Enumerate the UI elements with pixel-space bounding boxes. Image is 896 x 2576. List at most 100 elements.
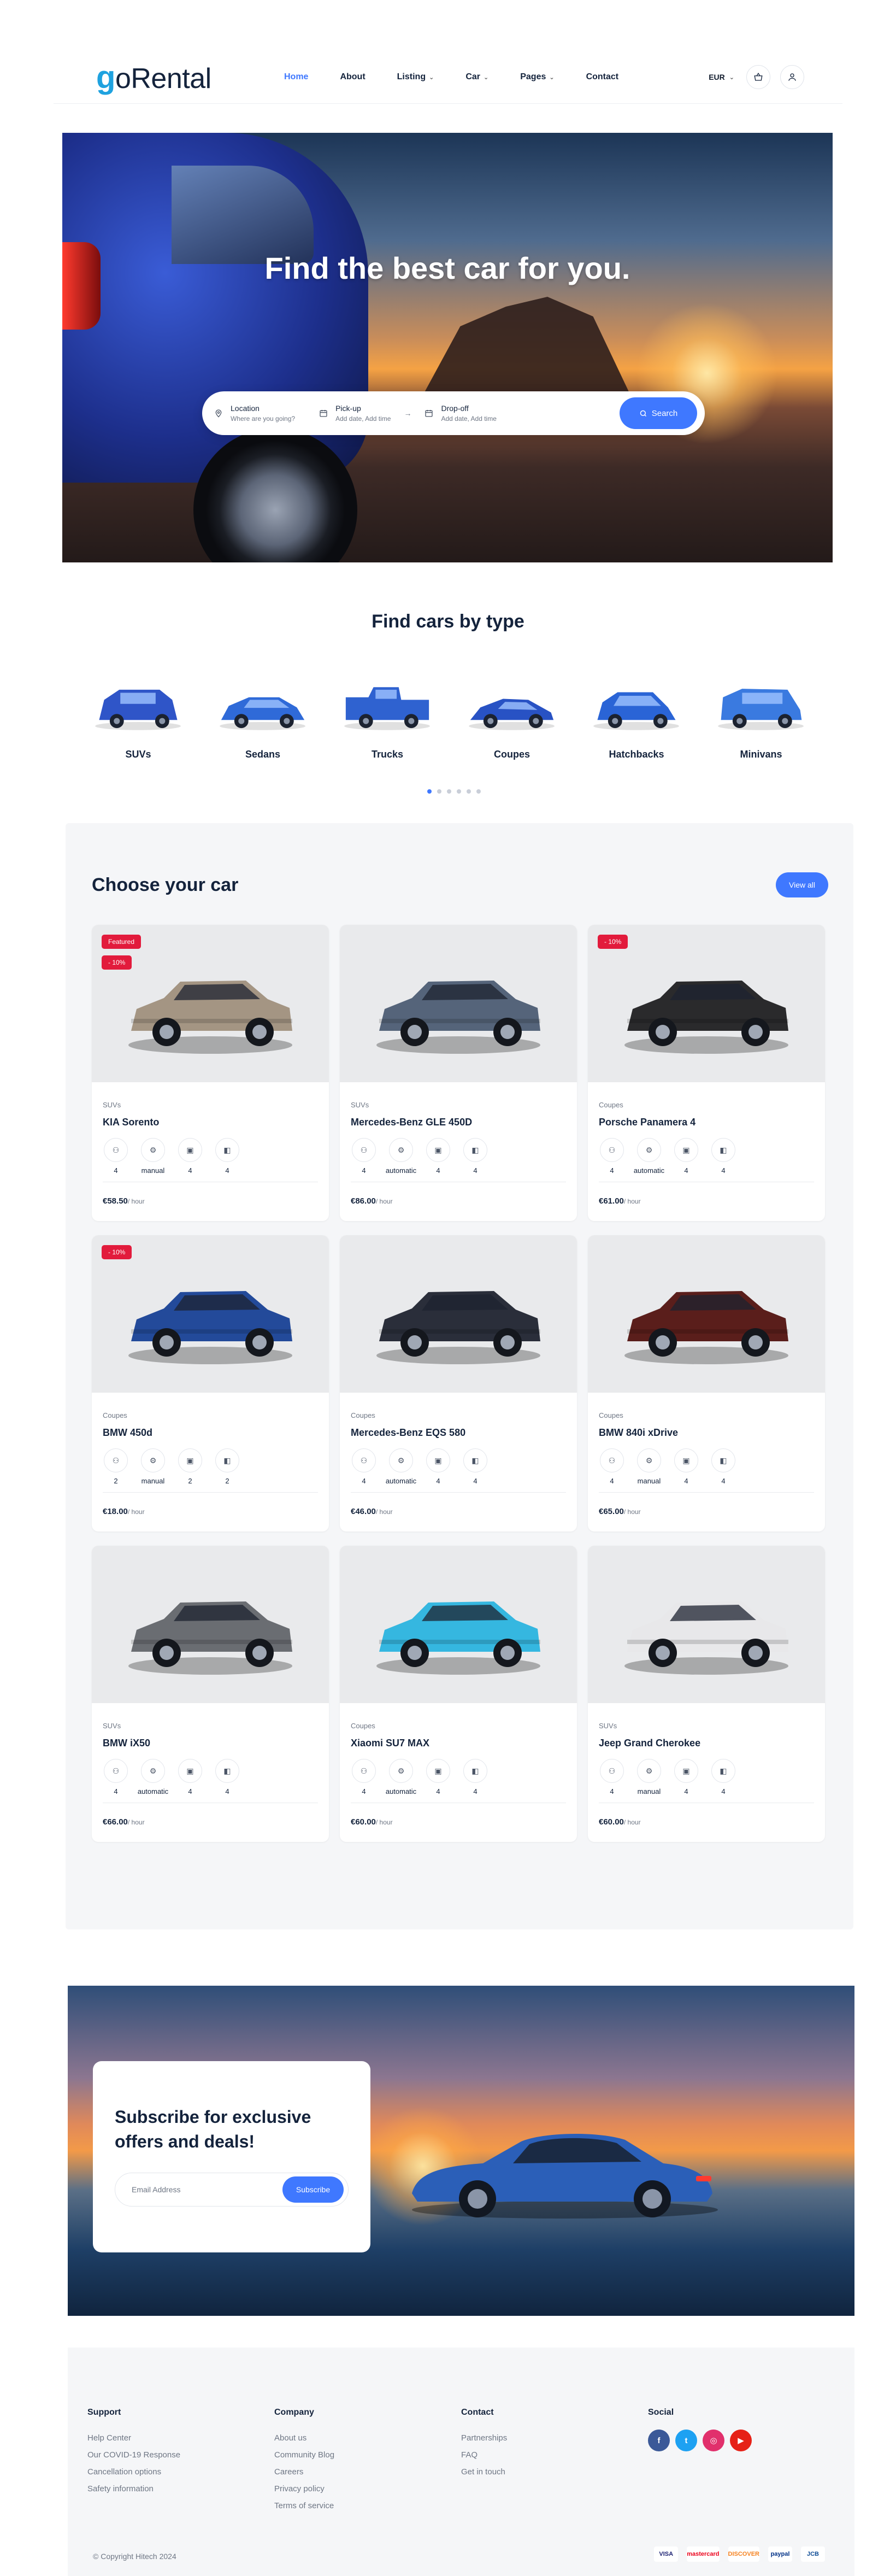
price-value: €61.00 [599, 1196, 624, 1206]
pagination-dot[interactable] [457, 789, 461, 794]
price-unit: / hour [375, 1818, 393, 1826]
nav-item-label: Home [284, 72, 309, 81]
footer-column-title: Social [648, 2408, 674, 2417]
car-card[interactable]: Coupes Mercedes-Benz EQS 580 ⚇ 4 ⚙ automatic ▣… [340, 1235, 577, 1531]
currency-selector[interactable]: EUR ⌄ [709, 73, 734, 81]
luggage-icon: ▣ [426, 1138, 450, 1162]
instagram-icon[interactable]: ◎ [703, 2430, 724, 2451]
nav-item-car[interactable]: Car ⌄ [465, 72, 488, 82]
dropoff-field[interactable]: Drop-off Add date, Add time [425, 404, 497, 423]
car-type-sedans[interactable]: Sedans [211, 661, 315, 760]
car-card-body: SUVs Mercedes-Benz GLE 450D ⚇ 4 ⚙ automatic ▣ 4… [340, 1082, 577, 1175]
car-card[interactable]: SUVs Mercedes-Benz GLE 450D ⚇ 4 ⚙ automatic ▣ 4… [340, 925, 577, 1221]
gearbox-icon: ⚙ [141, 1759, 165, 1783]
pagination-dot[interactable] [447, 789, 451, 794]
email-field[interactable] [132, 2185, 282, 2194]
luggage-icon: ▣ [426, 1448, 450, 1472]
pagination-dot[interactable] [476, 789, 481, 794]
nav-item-home[interactable]: Home [284, 72, 308, 82]
spec-value: 4 [188, 1787, 192, 1795]
facebook-icon[interactable]: f [648, 2430, 670, 2451]
door-icon: ◧ [711, 1448, 735, 1472]
account-button[interactable] [780, 65, 804, 89]
gearbox-icon: ⚙ [389, 1759, 413, 1783]
logo[interactable]: g oRental [96, 59, 211, 96]
car-card[interactable]: SUVs BMW iX50 ⚇ 4 ⚙ automatic ▣ 4 ◧ 4 €66.00/ hour [92, 1546, 329, 1842]
price-value: €58.50 [103, 1196, 128, 1206]
footer-link[interactable]: Help Center [87, 2430, 180, 2446]
spec-bags: ▣ 4 [673, 1448, 699, 1485]
spec-value: 4 [721, 1787, 726, 1795]
youtube-icon[interactable]: ▶ [730, 2430, 752, 2451]
car-card[interactable]: - 10% Coupes Porsche Panamera 4 ⚇ 4 ⚙ automati… [588, 925, 825, 1221]
car-card-body: SUVs BMW iX50 ⚇ 4 ⚙ automatic ▣ 4 ◧ 4 [92, 1703, 329, 1795]
twitter-icon[interactable]: t [675, 2430, 697, 2451]
price-unit: / hour [623, 1198, 641, 1205]
footer-link[interactable]: Get in touch [461, 2463, 507, 2480]
footer-link[interactable]: Careers [274, 2463, 334, 2480]
car-type-hatchbacks[interactable]: Hatchbacks [585, 661, 688, 760]
car-card[interactable]: Coupes Xiaomi SU7 MAX ⚇ 4 ⚙ automatic ▣ 4 ◧ 4 €60.… [340, 1546, 577, 1842]
subscribe-button[interactable]: Subscribe [282, 2176, 344, 2203]
spec-bags: ▣ 4 [177, 1138, 203, 1175]
footer-link[interactable]: FAQ [461, 2446, 507, 2463]
car-name: BMW 450d [103, 1427, 153, 1438]
car-specs: ⚇ 4 ⚙ manual ▣ 4 ◧ 4 [599, 1759, 814, 1795]
seats-icon: ⚇ [104, 1759, 128, 1783]
copyright-text: © Copyright Hitech 2024 [93, 2552, 176, 2561]
footer-link[interactable]: Our COVID-19 Response [87, 2446, 180, 2463]
spec-value: manual [637, 1787, 661, 1795]
nav-item-contact[interactable]: Contact [586, 72, 619, 82]
pagination-dot[interactable] [427, 789, 432, 794]
view-all-button[interactable]: View all [776, 872, 828, 897]
car-card[interactable]: - 10% Coupes BMW 450d ⚇ 2 ⚙ manual ▣ 2 ◧ 2 €18.00/ … [92, 1235, 329, 1531]
footer-link[interactable]: Partnerships [461, 2430, 507, 2446]
car-card-body: Coupes BMW 450d ⚇ 2 ⚙ manual ▣ 2 ◧ 2 [92, 1393, 329, 1485]
footer-link[interactable]: About us [274, 2430, 334, 2446]
car-card[interactable]: Featured - 10% SUVs KIA Sorento ⚇ 4 ⚙ manual ▣ 4 ◧… [92, 925, 329, 1221]
seats-icon: ⚇ [600, 1448, 624, 1472]
location-field[interactable]: Location Where are you going? [214, 404, 295, 423]
pagination-dot[interactable] [437, 789, 441, 794]
payment-methods: VISA mastercard DISCOVER paypal JCB [654, 2546, 825, 2562]
car-type-suvs[interactable]: SUVs [86, 661, 190, 760]
car-type-coupes[interactable]: Coupes [460, 661, 564, 760]
car-category: SUVs [103, 1101, 121, 1109]
nav-item-about[interactable]: About [340, 72, 365, 82]
car-card[interactable]: Coupes BMW 840i xDrive ⚇ 4 ⚙ manual ▣ 4 ◧ 4 €65.00… [588, 1235, 825, 1531]
footer-contact-column: Contact Partnerships FAQ Get in touch [461, 2408, 507, 2480]
car-type-minivans[interactable]: Minivans [709, 661, 813, 760]
car-category: Coupes [351, 1411, 375, 1419]
spec-transmission: ⚙ automatic [386, 1448, 416, 1485]
footer-link[interactable]: Terms of service [274, 2497, 334, 2514]
car-card[interactable]: SUVs Jeep Grand Cherokee ⚇ 4 ⚙ manual ▣ 4 ◧ 4 €60.… [588, 1546, 825, 1842]
footer-link[interactable]: Privacy policy [274, 2480, 334, 2497]
gearbox-icon: ⚙ [141, 1138, 165, 1162]
car-category: Coupes [103, 1411, 127, 1419]
car-image [92, 1546, 329, 1703]
spec-bags: ▣ 4 [673, 1759, 699, 1795]
nav-item-listing[interactable]: Listing ⌄ [397, 72, 434, 82]
footer-link[interactable]: Community Blog [274, 2446, 334, 2463]
location-label: Location [231, 404, 260, 413]
search-button[interactable]: Search [620, 397, 697, 429]
car-card-body: SUVs Jeep Grand Cherokee ⚇ 4 ⚙ manual ▣ 4 ◧ 4 [588, 1703, 825, 1795]
user-icon [788, 73, 796, 81]
car-image: - 10% [92, 1235, 329, 1393]
price-unit: / hour [375, 1198, 393, 1205]
footer-link[interactable]: Cancellation options [87, 2463, 180, 2480]
car-image [340, 925, 577, 1082]
spec-value: 4 [473, 1787, 478, 1795]
spec-bags: ▣ 4 [673, 1138, 699, 1175]
pickup-field[interactable]: Pick-up Add date, Add time [319, 404, 391, 423]
pagination-dot[interactable] [467, 789, 471, 794]
spec-value: 4 [436, 1477, 440, 1485]
spec-value: 4 [721, 1477, 726, 1485]
nav-item-pages[interactable]: Pages ⌄ [520, 72, 554, 82]
footer-link[interactable]: Safety information [87, 2480, 180, 2497]
spec-seats: ⚇ 4 [599, 1138, 625, 1175]
spec-value: 4 [684, 1477, 688, 1485]
cart-button[interactable] [746, 65, 770, 89]
gearbox-icon: ⚙ [637, 1138, 661, 1162]
car-type-trucks[interactable]: Trucks [335, 661, 439, 760]
